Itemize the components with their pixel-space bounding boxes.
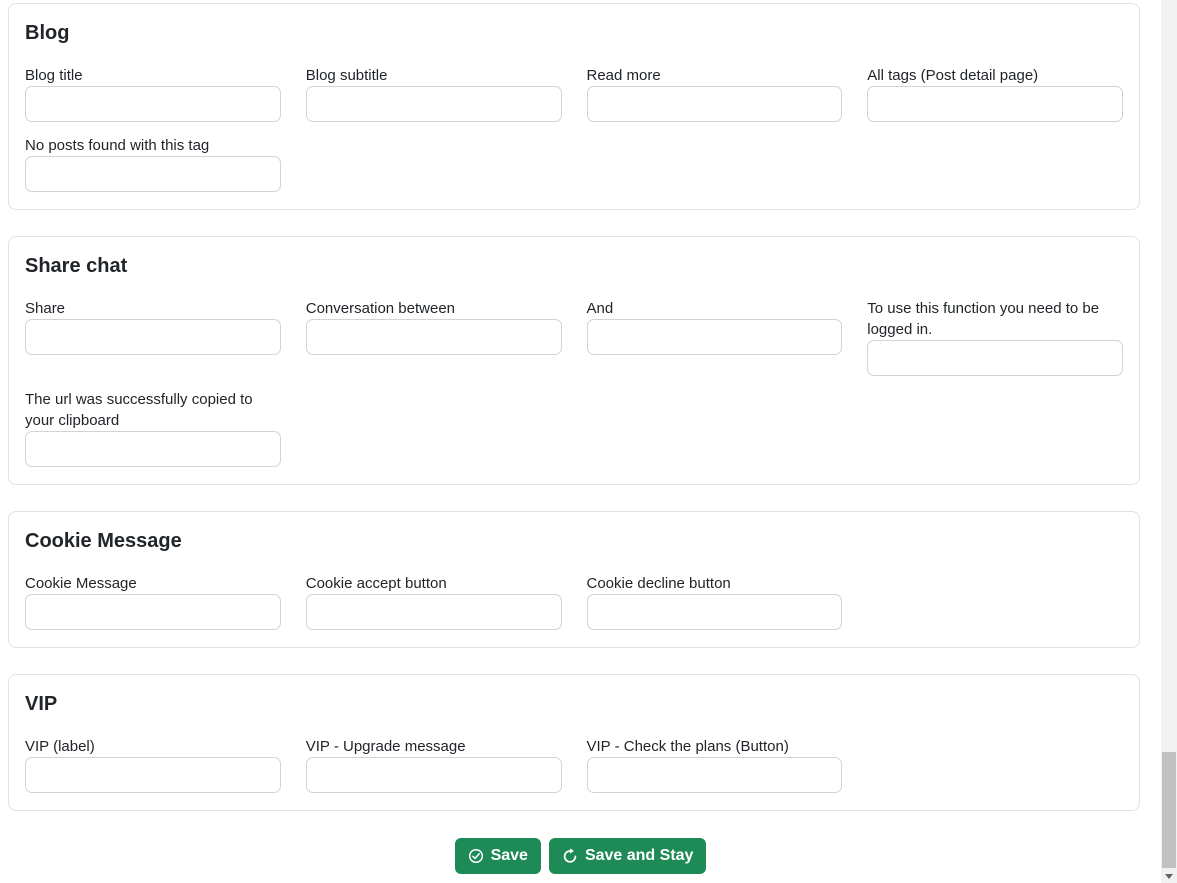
field-label: Cookie decline button [586,575,731,592]
to-use-this-function-you-need-to-be-logged-in-input[interactable] [867,340,1123,376]
section-title: Share chat [25,255,128,277]
save-and-stay-button[interactable]: Save and Stay [548,838,707,874]
form-content: Blog Blog title Blog subtitle Read more … [8,3,1140,811]
field-label: Cookie Message [25,575,137,592]
cookie-message-input[interactable] [25,594,281,630]
read-more-input[interactable] [586,86,843,122]
arrow-clockwise-icon [562,848,578,864]
vip-upgrade-message-input[interactable] [305,757,562,793]
check-circle-icon [468,848,484,864]
form-field: Conversation between [305,298,562,376]
form-field: Cookie decline button [586,573,843,630]
form-field: No posts found with this tag [25,135,281,192]
form-field: VIP - Upgrade message [305,736,562,793]
form-field: The url was successfully copied to your … [25,389,281,467]
field-label: All tags (Post detail page) [867,67,1039,84]
translations-settings-page: Blog Blog title Blog subtitle Read more … [0,0,1161,883]
the-url-was-successfully-copied-to-your-clipboard-input[interactable] [25,431,281,467]
form-field: VIP - Check the plans (Button) [586,736,843,793]
vip-check-the-plans-button-input[interactable] [586,757,843,793]
field-label: No posts found with this tag [25,137,210,154]
cookie-accept-button-input[interactable] [305,594,562,630]
scrollbar[interactable] [1161,0,1177,883]
section-card-blog: Blog Blog title Blog subtitle Read more … [8,3,1140,210]
field-label: Share [25,300,66,317]
field-label: VIP - Upgrade message [305,738,466,755]
share-input[interactable] [25,319,281,355]
form-field: All tags (Post detail page) [867,65,1123,122]
section-title: Blog [25,22,70,44]
form-field: Blog title [25,65,281,122]
field-grid: Cookie Message Cookie accept button Cook… [25,573,1123,630]
scrollbar-thumb[interactable] [1162,752,1176,868]
and-input[interactable] [586,319,843,355]
form-field: And [586,298,843,376]
form-field: To use this function you need to be logg… [867,298,1123,376]
scroll-down-button[interactable] [1161,869,1177,883]
form-field: Cookie accept button [305,573,562,630]
field-grid: VIP (label) VIP - Upgrade message VIP - … [25,736,1123,793]
field-label: And [586,300,614,317]
section-card-cookie-message: Cookie Message Cookie Message Cookie acc… [8,511,1140,648]
field-label: VIP - Check the plans (Button) [586,738,789,755]
field-label: VIP (label) [25,738,95,755]
field-label: Read more [586,67,661,84]
field-label: Conversation between [305,300,456,317]
cookie-decline-button-input[interactable] [586,594,843,630]
no-posts-found-with-this-tag-input[interactable] [25,156,281,192]
form-field: Read more [586,65,843,122]
all-tags-post-detail-page-input[interactable] [867,86,1123,122]
section-title: Cookie Message [25,530,182,552]
blog-title-input[interactable] [25,86,281,122]
form-field: VIP (label) [25,736,281,793]
conversation-between-input[interactable] [305,319,562,355]
field-label: Cookie accept button [305,575,447,592]
section-card-share-chat: Share chat Share Conversation between An… [8,236,1140,485]
form-field: Cookie Message [25,573,281,630]
field-grid: Share Conversation between And To use th… [25,298,1123,467]
form-actions: Save Save and Stay [0,838,1161,874]
field-label: To use this function you need to be logg… [867,300,1100,338]
save-and-stay-button-label: Save and Stay [584,847,694,864]
section-title: VIP [25,693,58,715]
form-field: Blog subtitle [305,65,562,122]
field-grid: Blog title Blog subtitle Read more All t… [25,65,1123,192]
vip-label-input[interactable] [25,757,281,793]
save-button-label: Save [490,847,528,864]
blog-subtitle-input[interactable] [305,86,562,122]
field-label: Blog title [25,67,83,84]
save-button[interactable]: Save [454,838,541,874]
field-label: Blog subtitle [305,67,388,84]
scroll-down-arrow-icon [1165,873,1173,879]
form-field: Share [25,298,281,376]
section-card-vip: VIP VIP (label) VIP - Upgrade message VI… [8,674,1140,811]
field-label: The url was successfully copied to your … [25,391,253,429]
